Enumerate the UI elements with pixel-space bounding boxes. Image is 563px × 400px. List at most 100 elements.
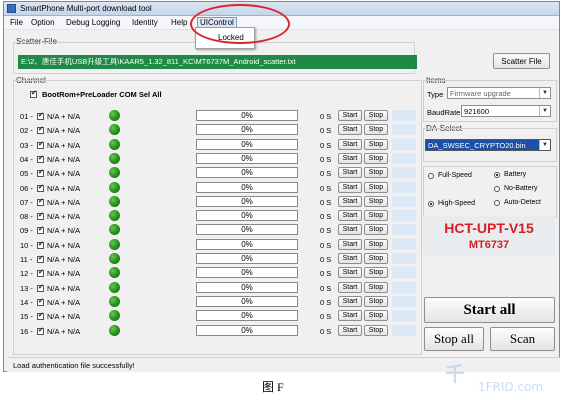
row-stop-button[interactable]: Stop (364, 253, 388, 264)
row-port: N/A + N/A (47, 197, 81, 207)
type-select-value: Firmware upgrade (450, 89, 511, 98)
row-index: 12 - (20, 269, 33, 279)
row-stop-button[interactable]: Stop (364, 238, 388, 250)
row-stop-button[interactable]: Stop (364, 210, 388, 222)
channel-row: 14 - N/A + N/A 0% 0 S StartStop (20, 295, 418, 308)
row-start-button[interactable]: Start (338, 324, 362, 336)
menu-option[interactable]: Option (31, 18, 55, 27)
row-stop-button[interactable]: Stop (364, 167, 388, 179)
no-battery-radio[interactable] (494, 186, 500, 192)
row-stop-button[interactable]: Stop (364, 281, 388, 293)
row-stop-button[interactable]: Stop (364, 181, 388, 193)
row-start-button[interactable]: Start (338, 310, 362, 322)
row-stop-button[interactable]: Stop (364, 152, 388, 164)
row-checkbox[interactable] (37, 268, 44, 278)
row-progress: 0% (196, 167, 298, 179)
type-select[interactable]: Firmware upgrade ▼ (447, 87, 551, 99)
scatter-path-field[interactable]: E:\2、唐佳手机USB升级工具\KAAR5_1.32_811_KC\MT673… (18, 55, 417, 69)
menu-debug-logging[interactable]: Debug Logging (66, 18, 120, 27)
high-speed-radio[interactable] (428, 201, 434, 207)
row-start-button[interactable]: Start (338, 181, 362, 193)
row-start-button[interactable]: Start (338, 138, 362, 150)
battery-radio[interactable] (494, 172, 500, 178)
status-led-icon (109, 138, 120, 150)
row-start-button[interactable]: Start (338, 238, 362, 250)
row-index: 16 - (20, 326, 33, 336)
row-stop-button[interactable]: Stop (364, 295, 388, 307)
figure-caption: 图 F (262, 380, 284, 394)
row-checkbox[interactable] (37, 297, 44, 306)
row-start-button[interactable]: Start (338, 167, 362, 179)
row-checkbox[interactable] (37, 254, 44, 263)
da-select[interactable]: DA_SWSEC_CRYPTO20.bin ▼ (425, 139, 551, 151)
row-checkbox[interactable] (37, 211, 44, 221)
row-time: 0 S (320, 226, 332, 236)
row-checkbox[interactable] (37, 240, 44, 249)
row-time: 0 S (320, 112, 332, 121)
row-start-button[interactable]: Start (338, 210, 362, 222)
scan-button[interactable]: Scan (490, 327, 555, 351)
com-sel-all-checkbox[interactable] (30, 89, 37, 98)
row-time: 0 S (320, 240, 332, 250)
row-status-cell (392, 195, 416, 207)
row-checkbox[interactable] (37, 140, 44, 149)
row-stop-button[interactable]: Stop (364, 124, 388, 136)
status-led-icon (109, 324, 120, 336)
row-checkbox[interactable] (37, 154, 44, 163)
row-stop-button[interactable]: Stop (364, 324, 388, 336)
baudrate-select[interactable]: 921600 ▼ (461, 105, 551, 117)
status-led-icon (109, 195, 120, 207)
row-status-cell (392, 138, 416, 150)
auto-detect-radio[interactable] (494, 200, 500, 206)
row-checkbox[interactable] (37, 311, 44, 321)
row-start-button[interactable]: Start (338, 281, 362, 293)
row-start-button[interactable]: Start (338, 295, 362, 307)
row-stop-button[interactable]: Stop (364, 110, 388, 121)
scatter-file-button[interactable]: Scatter File (493, 53, 550, 69)
row-checkbox[interactable] (37, 111, 44, 120)
row-progress: 0% (196, 324, 298, 336)
row-checkbox[interactable] (37, 197, 44, 206)
row-start-button[interactable]: Start (338, 253, 362, 264)
row-start-button[interactable]: Start (338, 267, 362, 279)
status-led-icon (109, 295, 120, 307)
brand-chip: MT6737 (468, 239, 510, 251)
da-select-value: DA_SWSEC_CRYPTO20.bin (428, 141, 526, 150)
row-index: 10 - (20, 240, 33, 250)
row-time: 0 S (320, 283, 332, 293)
row-start-button[interactable]: Start (338, 195, 362, 207)
menu-identity[interactable]: Identity (132, 18, 158, 27)
row-progress: 0% (196, 138, 298, 150)
menu-file[interactable]: File (10, 18, 23, 27)
chevron-down-icon: ▼ (539, 106, 550, 116)
chevron-down-icon: ▼ (539, 140, 550, 150)
row-stop-button[interactable]: Stop (364, 224, 388, 236)
battery-label: Battery (504, 171, 527, 178)
row-checkbox[interactable] (37, 225, 44, 235)
channel-row: 11 - N/A + N/A 0% 0 S StartStop (20, 253, 418, 265)
row-status-cell (392, 295, 416, 307)
row-checkbox[interactable] (37, 283, 44, 292)
full-speed-radio[interactable] (428, 173, 434, 179)
row-stop-button[interactable]: Stop (364, 310, 388, 322)
annotation-ellipse (190, 4, 290, 44)
status-led-icon (109, 281, 120, 293)
row-port: N/A + N/A (47, 326, 81, 336)
row-start-button[interactable]: Start (338, 152, 362, 164)
row-checkbox[interactable] (37, 326, 44, 335)
channel-row: 07 - N/A + N/A 0% 0 S StartStop (20, 195, 418, 208)
stop-all-button[interactable]: Stop all (424, 327, 484, 351)
row-checkbox[interactable] (37, 168, 44, 178)
menu-help[interactable]: Help (171, 18, 187, 27)
row-start-button[interactable]: Start (338, 124, 362, 136)
row-checkbox[interactable] (37, 125, 44, 135)
row-start-button[interactable]: Start (338, 224, 362, 236)
row-progress: 0% (196, 267, 298, 279)
row-stop-button[interactable]: Stop (364, 267, 388, 279)
row-stop-button[interactable]: Stop (364, 195, 388, 207)
row-time: 0 S (320, 197, 332, 207)
row-checkbox[interactable] (37, 183, 44, 192)
start-all-button[interactable]: Start all (424, 297, 555, 323)
row-start-button[interactable]: Start (338, 110, 362, 121)
row-stop-button[interactable]: Stop (364, 138, 388, 150)
